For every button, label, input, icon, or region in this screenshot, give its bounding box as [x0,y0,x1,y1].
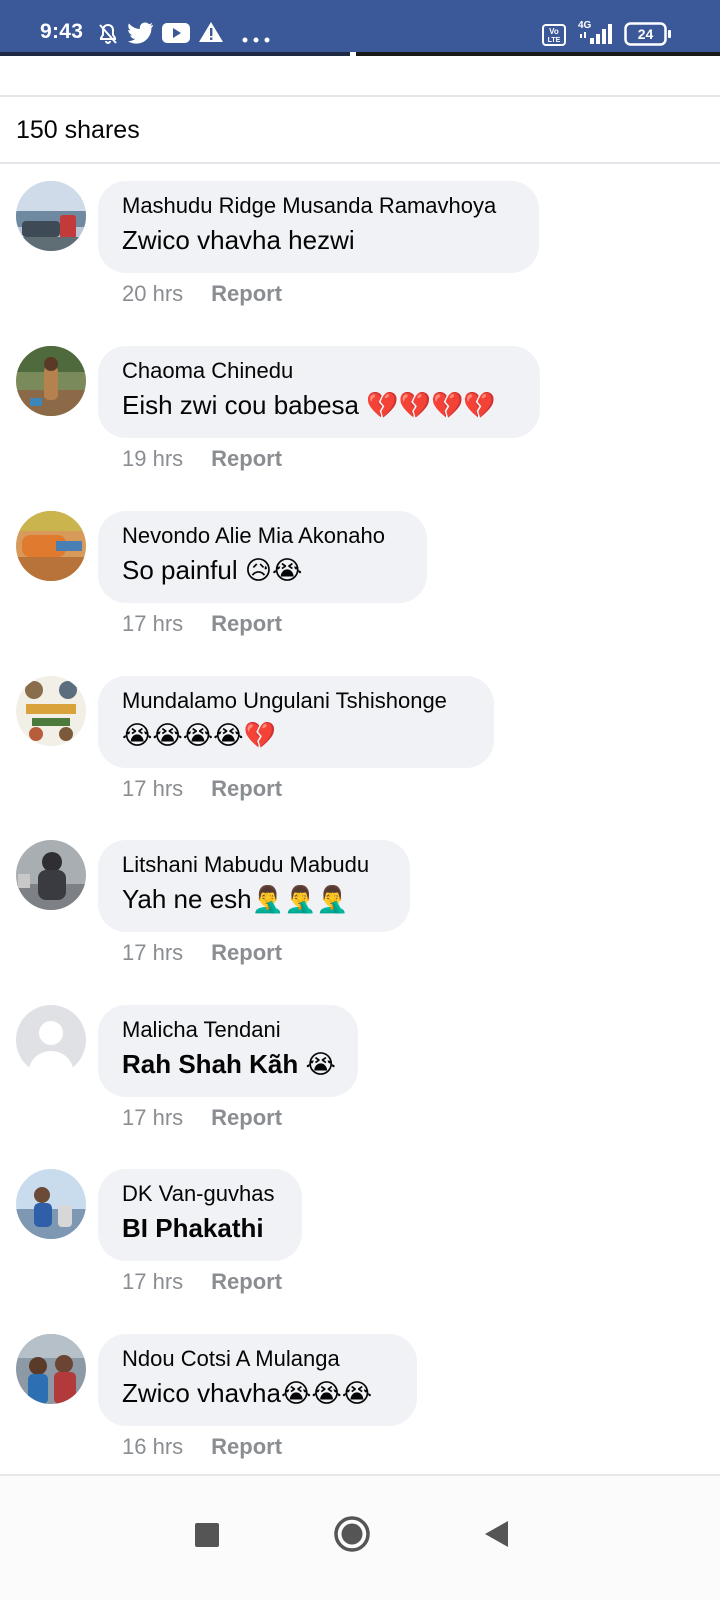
comment-item: Litshani Mabudu Mabudu Yah ne esh🤦‍♂️🤦‍♂… [0,840,720,1005]
muted-bell-icon [96,22,120,51]
comment-item: Mundalamo Ungulani Tshishonge 😭😭😭😭💔 17 h… [0,676,720,841]
top-divider [0,95,720,97]
comment-bubble[interactable]: Malicha Tendani Rah Shah Kãh 😭 [98,1005,358,1097]
comment-bubble[interactable]: DK Van-guvhas BI Phakathi [98,1169,302,1261]
avatar[interactable] [16,181,86,251]
comment-text: So painful 😥😭 [122,555,303,585]
twitter-icon [128,22,154,49]
comment-time: 17 hrs [122,776,184,801]
comment-text: BI Phakathi [122,1213,264,1243]
comment-item: Malicha Tendani Rah Shah Kãh 😭 17 hrs Rep… [0,1005,720,1170]
back-triangle-icon[interactable] [466,1504,526,1564]
report-link[interactable]: Report [211,611,282,636]
comment-time: 17 hrs [122,940,184,965]
comment-meta: 16 hrs Report [122,1434,282,1460]
report-link[interactable]: Report [211,776,282,801]
comment-text: Zwico vhavha😭😭😭 [122,1378,373,1408]
report-link[interactable]: Report [211,940,282,965]
comment-item: Mashudu Ridge Musanda Ramavhoya Zwico vh… [0,181,720,346]
comment-text: Eish zwi cou babesa 💔💔💔💔 [122,390,496,420]
svg-text:24: 24 [638,26,654,42]
home-circle-icon[interactable] [322,1504,382,1564]
commenter-name[interactable]: Nevondo Alie Mia Akonaho [122,523,403,549]
comment-time: 20 hrs [122,281,184,306]
comment-time: 17 hrs [122,1105,184,1130]
shares-count[interactable]: 150 shares [16,116,140,145]
report-link[interactable]: Report [211,1434,282,1459]
comment-meta: 17 hrs Report [122,940,282,966]
comment-item: Chaoma Chinedu Eish zwi cou babesa 💔💔💔💔 … [0,346,720,511]
recents-square-icon[interactable] [176,1504,236,1564]
comment-meta: 19 hrs Report [122,446,282,472]
comment-time: 16 hrs [122,1434,184,1459]
comment-time: 17 hrs [122,1269,184,1294]
comment-text: 😭😭😭😭💔 [122,720,276,750]
avatar[interactable] [16,1334,86,1404]
system-nav-bar [0,1474,720,1600]
commenter-name[interactable]: Chaoma Chinedu [122,358,516,384]
avatar[interactable] [16,676,86,746]
comment-bubble[interactable]: Mundalamo Ungulani Tshishonge 😭😭😭😭💔 [98,676,494,768]
svg-text:Vo: Vo [549,27,559,36]
avatar[interactable] [16,346,86,416]
comment-item: DK Van-guvhas BI Phakathi 17 hrs Report [0,1169,720,1334]
comment-meta: 17 hrs Report [122,1105,282,1131]
comment-meta: 20 hrs Report [122,281,282,307]
comment-bubble[interactable]: Nevondo Alie Mia Akonaho So painful 😥😭 [98,511,427,603]
report-link[interactable]: Report [211,446,282,471]
shares-divider [0,162,720,164]
comment-item: Nevondo Alie Mia Akonaho So painful 😥😭 1… [0,511,720,676]
comment-meta: 17 hrs Report [122,776,282,802]
status-bar: 9:43 Vo LTE 4G 24 [0,0,720,56]
report-link[interactable]: Report [211,1105,282,1130]
volte-icon: Vo LTE [542,24,566,51]
battery-icon: 24 [624,22,672,51]
more-dots-icon [242,30,270,48]
commenter-name[interactable]: DK Van-guvhas [122,1181,278,1207]
commenter-name[interactable]: Mundalamo Ungulani Tshishonge [122,688,470,714]
comment-meta: 17 hrs Report [122,1269,282,1295]
report-link[interactable]: Report [211,281,282,306]
avatar[interactable] [16,511,86,581]
comment-text: Zwico vhavha hezwi [122,225,355,255]
comment-bubble[interactable]: Ndou Cotsi A Mulanga Zwico vhavha😭😭😭 [98,1334,417,1426]
comment-bubble[interactable]: Litshani Mabudu Mabudu Yah ne esh🤦‍♂️🤦‍♂… [98,840,410,932]
comment-text: Rah Shah Kãh 😭 [122,1049,336,1079]
svg-text:4G: 4G [578,20,592,31]
commenter-name[interactable]: Ndou Cotsi A Mulanga [122,1346,393,1372]
comment-time: 17 hrs [122,611,184,636]
avatar[interactable] [16,840,86,910]
commenter-name[interactable]: Mashudu Ridge Musanda Ramavhoya [122,193,515,219]
report-link[interactable]: Report [211,1269,282,1294]
top-blank-area [0,56,720,96]
status-time: 9:43 [40,20,84,43]
comment-bubble[interactable]: Chaoma Chinedu Eish zwi cou babesa 💔💔💔💔 [98,346,540,438]
comment-meta: 17 hrs Report [122,611,282,637]
comment-text: Yah ne esh🤦‍♂️🤦‍♂️🤦‍♂️ [122,884,349,914]
warning-icon [198,21,224,48]
avatar[interactable] [16,1169,86,1239]
avatar-placeholder[interactable] [16,1005,86,1075]
commenter-name[interactable]: Litshani Mabudu Mabudu [122,852,386,878]
youtube-icon [162,23,190,48]
4g-signal-icon: 4G [576,18,614,51]
commenter-name[interactable]: Malicha Tendani [122,1017,334,1043]
comment-time: 19 hrs [122,446,184,471]
comment-bubble[interactable]: Mashudu Ridge Musanda Ramavhoya Zwico vh… [98,181,539,273]
svg-text:LTE: LTE [548,37,561,44]
